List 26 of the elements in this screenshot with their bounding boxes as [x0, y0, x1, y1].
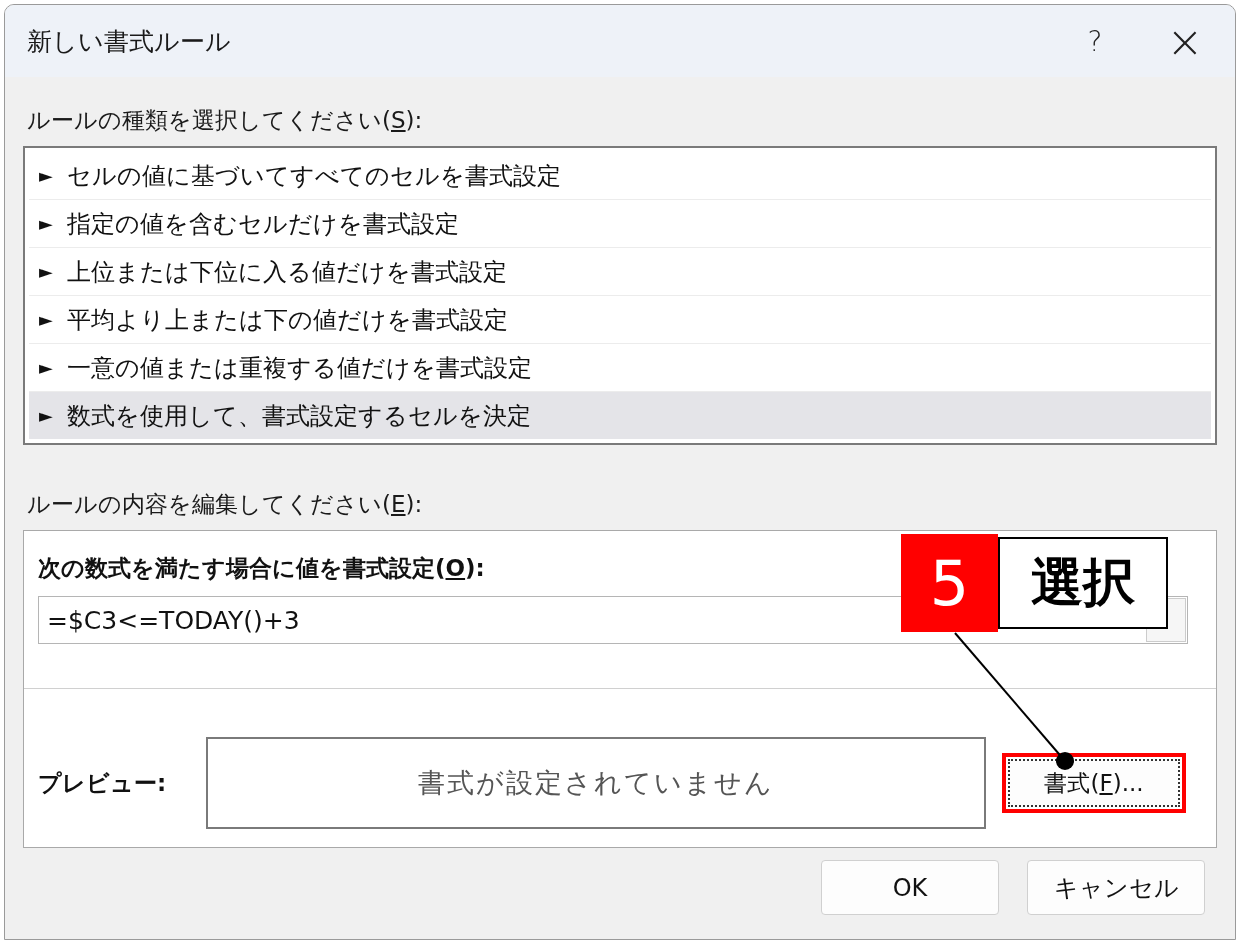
format-button[interactable]: 書式(F)...: [1008, 759, 1180, 807]
close-button[interactable]: ×: [1155, 16, 1215, 66]
rule-type-text: 一意の値または重複する値だけを書式設定: [66, 352, 532, 384]
rule-type-text: 数式を使用して、書式設定するセルを決定: [66, 400, 531, 432]
bullet-marker: ►: [39, 357, 53, 378]
ok-button[interactable]: OK: [821, 860, 999, 915]
window-title: 新しい書式ルール: [27, 25, 232, 58]
rule-type-text: セルの値に基づいてすべてのセルを書式設定: [66, 160, 561, 192]
rule-type-item[interactable]: ► 数式を使用して、書式設定するセルを決定: [29, 392, 1211, 439]
rule-type-text: 平均より上または下の値だけを書式設定: [66, 304, 508, 336]
preview-box: 書式が設定されていません: [206, 737, 986, 829]
step-number: 5: [901, 534, 998, 632]
section-label: ルールの内容を編集してください(E):: [27, 490, 424, 519]
cancel-button[interactable]: キャンセル: [1027, 860, 1205, 915]
bullet-marker: ►: [39, 405, 53, 426]
callout-label: 選択: [998, 537, 1168, 629]
bullet-marker: ►: [39, 309, 53, 330]
section-label: ルールの種類を選択してください(S):: [27, 106, 424, 135]
preview-label: プレビュー:: [38, 768, 168, 798]
help-button[interactable]: ?: [1065, 16, 1125, 66]
rule-type-text: 上位または下位に入る値だけを書式設定: [66, 256, 507, 288]
rule-type-text: 指定の値を含むセルだけを書式設定: [66, 208, 459, 240]
bullet-marker: ►: [39, 213, 53, 234]
bullet-marker: ►: [39, 261, 53, 282]
bullet-marker: ►: [39, 165, 53, 186]
formula-label: 次の数式を満たす場合に値を書式設定(O):: [38, 554, 485, 583]
